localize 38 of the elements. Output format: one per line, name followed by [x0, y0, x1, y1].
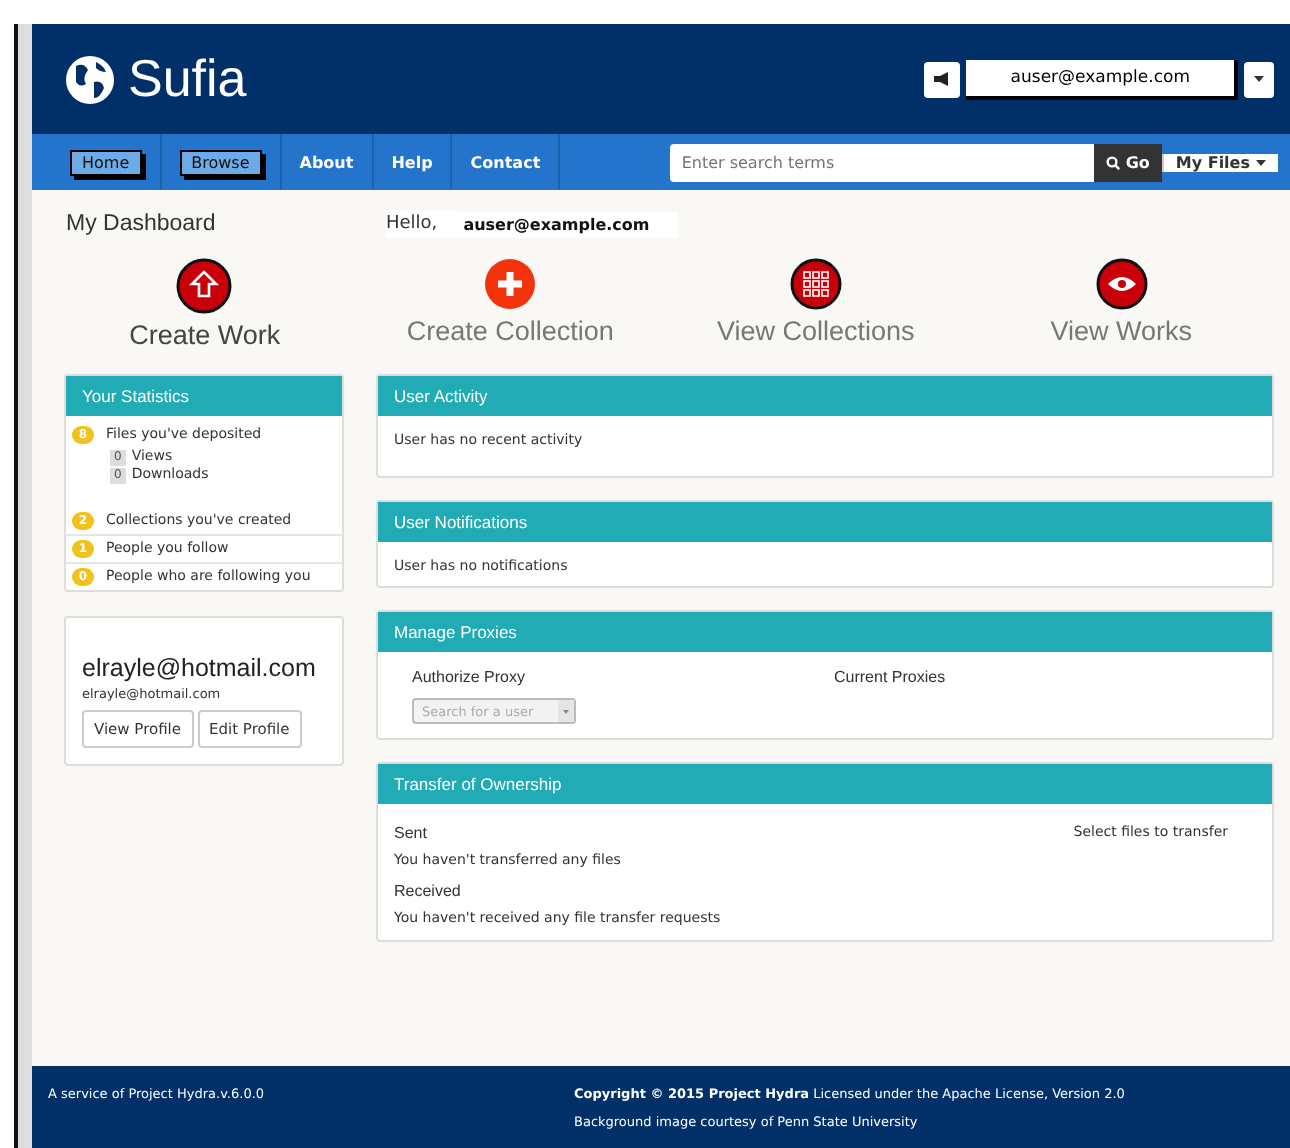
search-icon [1105, 155, 1120, 169]
my-files-menu[interactable]: My Files [1161, 153, 1278, 171]
panel-title: Transfer of Ownership [378, 764, 1272, 804]
brand-name[interactable]: Sufia [128, 48, 247, 110]
nav-link[interactable]: Help [373, 134, 453, 190]
user-menu-button[interactable]: auser@example.com [966, 59, 1238, 99]
action-link[interactable]: Create Collection [357, 258, 663, 362]
nav-link[interactable]: Home [52, 134, 162, 190]
section-label: Received [394, 882, 463, 900]
greeting: Hello, [386, 210, 458, 238]
nav-link[interactable]: Browse [161, 134, 282, 190]
grid-icon [789, 258, 842, 310]
panel-title: User Activity [378, 376, 1272, 416]
action-link[interactable]: Create Work [52, 258, 358, 362]
panel-title: User Notifications [378, 502, 1272, 542]
action-link[interactable]: View Collections [663, 258, 969, 362]
caret-icon [558, 700, 574, 722]
nav-link[interactable]: About [281, 134, 374, 190]
panel-title: Manage Proxies [378, 612, 1272, 652]
section-label: Authorize Proxy [412, 668, 527, 686]
megaphone-button[interactable] [924, 61, 961, 97]
megaphone-icon [934, 72, 951, 86]
section-label: Sent [394, 824, 429, 842]
nav-link[interactable]: Contact [452, 134, 561, 190]
section-label: Current Proxies [834, 668, 948, 686]
globe-icon [64, 53, 116, 105]
go-button[interactable]: Go [1093, 143, 1162, 181]
eye-icon [1095, 258, 1148, 310]
plus-icon [484, 258, 537, 310]
action-link[interactable]: View Works [968, 258, 1274, 362]
user-name: auser@example.com [457, 211, 678, 237]
page-title: My Dashboard [64, 212, 218, 236]
caret-icon [1254, 76, 1264, 82]
profile-name: elrayle@hotmail.com [80, 652, 318, 686]
panel-title: Your Statistics [66, 376, 342, 416]
caret-icon [1256, 159, 1266, 165]
search-field[interactable]: Enter search terms [669, 143, 1094, 181]
dropdown-button[interactable] [1244, 61, 1274, 97]
